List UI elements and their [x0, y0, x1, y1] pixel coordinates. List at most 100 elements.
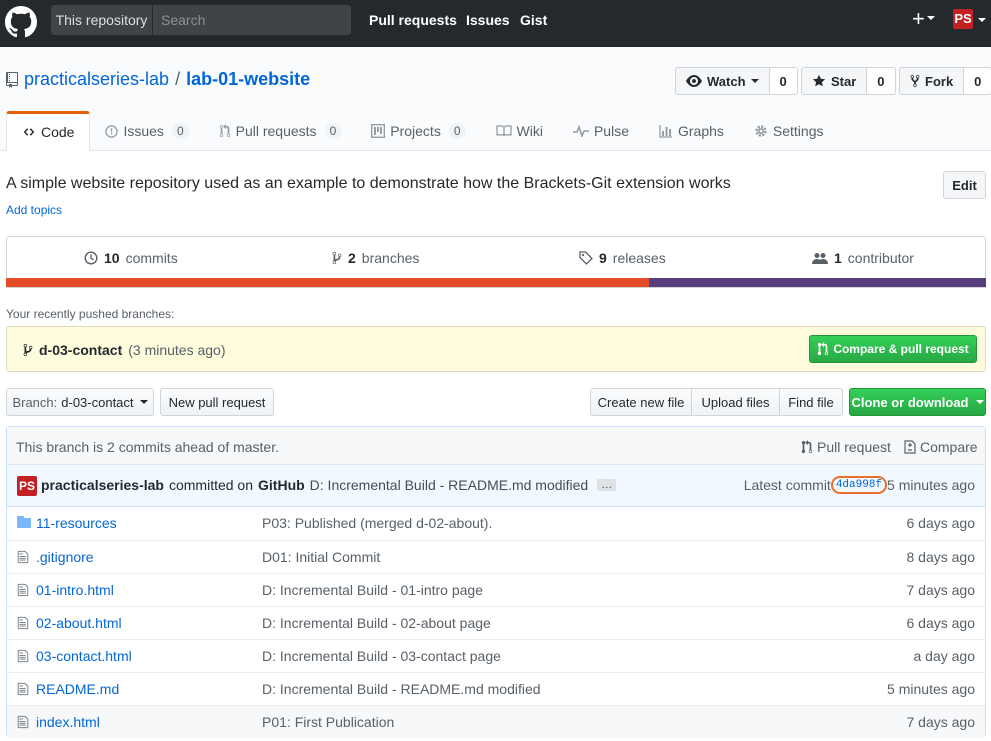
tab-graphs[interactable]: Graphs	[644, 111, 739, 151]
pull-request-link[interactable]: Pull request	[801, 439, 891, 455]
recent-branch-name[interactable]: d-03-contact	[39, 342, 122, 358]
tab-wiki[interactable]: Wiki	[481, 111, 558, 151]
file-name-link[interactable]: .gitignore	[36, 549, 94, 565]
commits-link[interactable]: 10 commits	[84, 237, 178, 279]
file-name-link[interactable]: 11-resources	[36, 515, 117, 531]
recent-branch: d-03-contact (3 minutes ago)	[23, 342, 226, 358]
project-icon	[371, 124, 386, 138]
organization-icon	[812, 252, 828, 265]
file-commit-message[interactable]: D: Incremental Build - 02-about page	[262, 615, 491, 631]
contributors-link[interactable]: 1 contributor	[812, 237, 914, 279]
file-age: a day ago	[913, 648, 976, 664]
fork-count[interactable]: 0	[964, 67, 991, 95]
chevron-down-icon	[926, 16, 935, 21]
file-name-link[interactable]: index.html	[36, 714, 100, 730]
compare-pull-request-button[interactable]: Compare & pull request	[809, 335, 977, 363]
file-listing: This branch is 2 commits ahead of master…	[6, 426, 986, 738]
nav-gist[interactable]: Gist	[520, 0, 547, 40]
chevron-down-icon	[139, 400, 148, 404]
repo-tabs: Code Issues 0 Pull requests 0 Projects 0…	[6, 111, 839, 151]
find-file-button[interactable]: Find file	[779, 388, 843, 416]
edit-description-button[interactable]: Edit	[943, 171, 986, 199]
branch-status-bar: This branch is 2 commits ahead of master…	[7, 427, 985, 465]
new-pull-request-button[interactable]: New pull request	[160, 388, 274, 416]
file-commit-message[interactable]: D: Incremental Build - README.md modifie…	[262, 681, 541, 697]
nav-pull-requests[interactable]: Pull requests	[369, 0, 457, 40]
tab-issues[interactable]: Issues 0	[90, 111, 203, 151]
fork-button[interactable]: Fork	[899, 67, 965, 95]
file-commit-message[interactable]: D: Incremental Build - 03-contact page	[262, 648, 501, 664]
file-name-link[interactable]: README.md	[36, 681, 119, 697]
releases-link[interactable]: 9 releases	[579, 237, 666, 279]
watch-label: Watch	[707, 73, 746, 89]
recent-branch-time: (3 minutes ago)	[128, 342, 226, 358]
releases-count: 9	[599, 250, 607, 266]
expand-commit-button[interactable]: …	[597, 479, 617, 491]
clone-label: Clone or download	[851, 394, 969, 410]
chevron-down-icon[interactable]	[978, 18, 986, 22]
search-scope-label[interactable]: This repository	[51, 5, 153, 35]
fork-label: Fork	[925, 73, 954, 89]
file-commit-message[interactable]: P03: Published (merged d-02-about).	[262, 515, 492, 531]
add-topics-link[interactable]: Add topics	[6, 203, 62, 217]
tab-code[interactable]: Code	[6, 111, 91, 151]
tab-projects[interactable]: Projects 0	[356, 111, 480, 151]
branch-select-menu[interactable]: Branch: d-03-contact	[6, 388, 154, 416]
tab-pull-requests[interactable]: Pull requests 0	[204, 111, 357, 151]
tab-label: Projects	[390, 123, 441, 139]
search-input[interactable]: Search	[153, 5, 351, 35]
committed-on-text: committed on	[168, 477, 254, 493]
file-name-link[interactable]: 01-intro.html	[36, 582, 114, 598]
star-button[interactable]: Star	[801, 67, 868, 95]
watch-count[interactable]: 0	[769, 67, 798, 95]
contributors-count: 1	[834, 250, 842, 266]
watch-button[interactable]: Watch	[675, 67, 770, 95]
file-row: 11-resources P03: Published (merged d-02-…	[7, 507, 985, 540]
file-commit-message[interactable]: D: Incremental Build - 01-intro page	[262, 582, 483, 598]
star-count[interactable]: 0	[867, 67, 896, 95]
file-name-link[interactable]: 03-contact.html	[36, 648, 132, 664]
github-logo-icon[interactable]	[5, 6, 37, 38]
file-row: 03-contact.html D: Incremental Build - 03…	[7, 639, 985, 672]
file-name-link[interactable]: 02-about.html	[36, 615, 122, 631]
compare-label: Compare & pull request	[833, 342, 969, 356]
create-new-menu[interactable]: +	[912, 7, 935, 31]
pulls-counter: 0	[324, 123, 342, 139]
create-new-file-button[interactable]: Create new file	[590, 388, 692, 416]
pulse-icon	[572, 125, 589, 137]
file-icon	[17, 583, 29, 597]
upload-files-button[interactable]: Upload files	[691, 388, 780, 416]
file-row: index.html P01: First Publication 7 days a…	[7, 705, 985, 738]
file-commit-message[interactable]: D01: Initial Commit	[262, 549, 380, 565]
tab-settings[interactable]: Settings	[739, 111, 839, 151]
file-icon	[17, 550, 29, 564]
chevron-down-icon	[975, 400, 984, 404]
branch-name: d-03-contact	[61, 394, 134, 410]
commit-platform: GitHub	[258, 477, 305, 493]
language-segment[interactable]	[6, 278, 649, 287]
compare-link[interactable]: Compare	[904, 439, 978, 455]
issues-counter: 0	[171, 123, 189, 139]
commit-sha-link[interactable]: 4da998f	[830, 476, 888, 494]
repo-name-link[interactable]: lab-01-website	[186, 69, 310, 90]
commit-author-link[interactable]: practicalseries-lab	[41, 477, 164, 493]
nav-issues[interactable]: Issues	[466, 0, 510, 40]
file-commit-message[interactable]: P01: First Publication	[262, 714, 394, 730]
commit-message-link[interactable]: D: Incremental Build - README.md modifie…	[310, 477, 589, 493]
search-box: This repository Search	[51, 5, 351, 35]
author-avatar[interactable]: PS	[17, 476, 37, 496]
commits-label: commits	[125, 250, 178, 266]
language-bar[interactable]	[6, 278, 986, 287]
tab-pulse[interactable]: Pulse	[558, 111, 644, 151]
global-header: This repository Search Pull requests Iss…	[0, 0, 991, 47]
user-avatar[interactable]: PS	[953, 9, 973, 29]
clone-download-button[interactable]: Clone or download	[849, 388, 986, 416]
star-icon	[812, 74, 826, 88]
file-age: 8 days ago	[906, 549, 976, 565]
branches-link[interactable]: 2 branches	[332, 237, 419, 279]
tab-label: Graphs	[677, 123, 724, 139]
tab-label: Pull requests	[235, 123, 317, 139]
ahead-text: This branch is 2 commits ahead of master…	[16, 439, 279, 455]
repo-owner-link[interactable]: practicalseries-lab	[24, 69, 169, 90]
language-segment[interactable]	[648, 278, 986, 287]
